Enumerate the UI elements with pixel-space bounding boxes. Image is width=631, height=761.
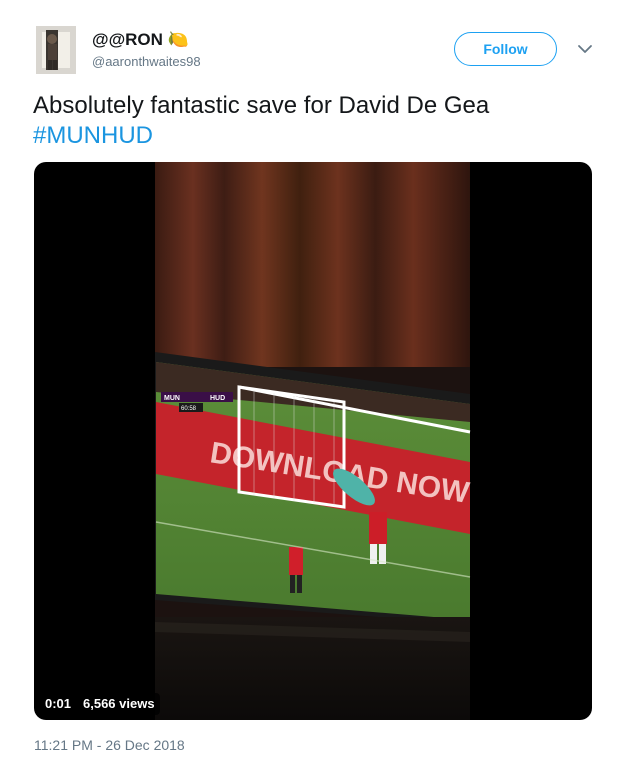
scoreboard-home: MUN [164,395,180,402]
lemon-emoji-icon: 🍋 [167,30,189,49]
video-views-badge: 6,566 views [78,693,160,715]
display-name-text: @@RON [92,30,163,49]
video-elapsed-badge: 0:01 [40,693,77,715]
chevron-down-icon[interactable] [577,42,593,54]
display-name[interactable]: @@RON 🍋 [92,30,189,50]
tweet-timestamp[interactable]: 11:21 PM - 26 Dec 2018 [34,737,185,753]
scoreboard-clock: 60:58 [181,406,197,412]
video-frame: DOWNLOAD NOW MUN HUD 60:58 [155,162,472,720]
user-handle[interactable]: @aaronthwaites98 [92,54,201,69]
avatar[interactable] [36,26,76,74]
scoreboard-away: HUD [210,395,225,402]
follow-button[interactable]: Follow [454,32,557,66]
video-player[interactable]: DOWNLOAD NOW MUN HUD 60:58 [34,162,592,720]
tweet-body: Absolutely fantastic save for David De G… [33,92,490,119]
hashtag-link[interactable]: #MUNHUD [33,121,603,151]
tweet-text: Absolutely fantastic save for David De G… [33,91,603,151]
